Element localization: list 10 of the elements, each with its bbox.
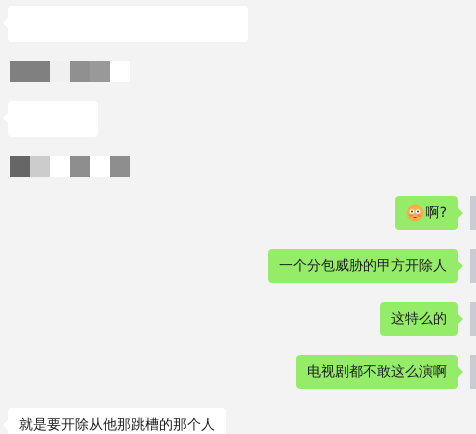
message-text: 啊?: [426, 204, 447, 222]
message-text: 这特么的: [391, 310, 447, 328]
message-text: 就是要开除从他那跳槽的那个人: [19, 416, 215, 434]
avatar: [470, 355, 476, 389]
avatar: [470, 249, 476, 283]
message-text: 电视剧都不敢这么演啊: [307, 363, 447, 381]
avatar: [470, 302, 476, 336]
avatar: [470, 196, 476, 230]
emoji-icon: [406, 204, 424, 222]
message-text: 一个分包威胁的甲方开除人: [279, 257, 447, 275]
